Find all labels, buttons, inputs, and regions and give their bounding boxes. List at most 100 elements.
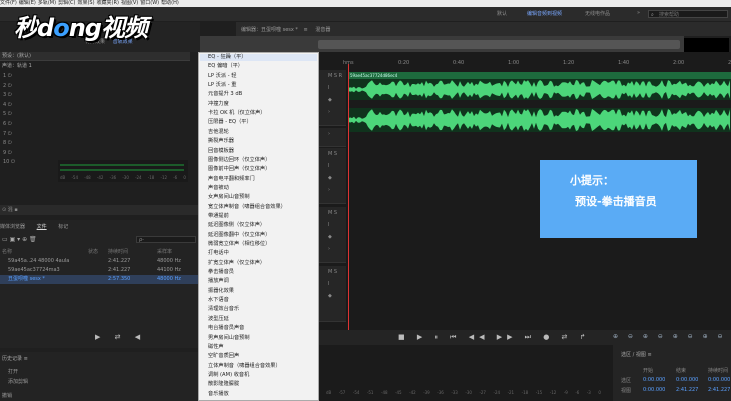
timeline-scrollbar[interactable] <box>318 40 680 49</box>
preset-option[interactable]: 延迟图像翻中（仅立体声） <box>208 232 270 239</box>
menu-item-0[interactable]: 文件(F) <box>0 0 17 6</box>
preset-option[interactable]: 冲撞力度 <box>208 101 229 108</box>
preset-option[interactable]: 清理效台音乐 <box>208 306 239 313</box>
preset-option[interactable]: 图像前中回声（仅立体声） <box>208 166 270 173</box>
preset-option[interactable]: 打电话中 <box>208 250 229 257</box>
preset-option[interactable]: 扩宽立体声（仅立体声） <box>208 260 265 267</box>
track-1-header[interactable]: M S R I ◆ › <box>318 70 346 126</box>
preset-option[interactable]: 散影隆隆朦胧 <box>208 381 239 388</box>
preset-option[interactable]: 电台播音员声音 <box>208 325 244 332</box>
menu-item-3[interactable]: 剪辑(C) <box>58 0 75 6</box>
power-icon[interactable]: ⏻ <box>6 92 12 98</box>
effect-slot[interactable]: 6 ⏻ <box>0 120 190 129</box>
power-icon[interactable]: ⏻ <box>6 73 12 79</box>
editor-menu-icon[interactable]: ≡ <box>304 27 308 33</box>
tab-markers[interactable]: 标记 <box>58 224 68 230</box>
preset-option[interactable]: 振器化效果 <box>208 288 234 295</box>
preset-option[interactable]: 延迟图像侧（仅立体声） <box>208 222 265 229</box>
effect-slot[interactable]: 8 ⏻ <box>0 139 190 148</box>
preview-buttons[interactable]: ▶ ⇄ ◀ <box>95 333 146 341</box>
menu-item-8[interactable]: 帮助(H) <box>161 0 179 6</box>
preset-option[interactable]: 拳击播音员 <box>208 269 234 276</box>
preset-option[interactable]: 水下语音 <box>208 297 229 304</box>
history-item-add-clip[interactable]: 添加剪辑 <box>8 378 28 385</box>
track-4-header[interactable]: M S I ◆ › <box>318 207 346 263</box>
preset-option[interactable]: 声音被动 <box>208 185 229 192</box>
preset-option[interactable]: 带通提前 <box>208 213 229 220</box>
menu-item-4[interactable]: 效果(S) <box>77 0 94 6</box>
menu-item-6[interactable]: 视图(V) <box>121 0 138 6</box>
search-help-input[interactable]: ⌕ 搜索帮助 <box>648 10 728 18</box>
preset-option[interactable]: 男声房间山音预制 <box>208 335 250 342</box>
workspace-default[interactable]: 默认 <box>497 10 507 17</box>
preset-option[interactable]: 女声房间山音预制 <box>208 194 250 201</box>
audio-clip-1[interactable]: 59ae45ac37724d86ec4 <box>348 72 731 100</box>
preset-option[interactable]: 调制 (AM) 收音机 <box>208 372 249 379</box>
preset-option[interactable]: EQ - 狂躁（平） <box>208 54 246 61</box>
preset-option[interactable]: 音乐播放 <box>208 391 229 398</box>
power-icon[interactable]: ⏻ <box>6 83 12 89</box>
preset-option[interactable]: 宽立体声制音（啸器组合音效果） <box>208 204 286 211</box>
power-icon[interactable]: ⏻ <box>6 150 12 156</box>
rack-controls[interactable]: ⊙ 混 ▪ <box>0 205 202 215</box>
menu-item-5[interactable]: 收藏夹(R) <box>97 0 119 6</box>
power-icon[interactable]: ⏻ <box>6 102 12 108</box>
preset-option[interactable]: 图像侧边回环（仅立体声） <box>208 157 270 164</box>
ruler-tick: 0:40 <box>453 60 465 66</box>
meter-tick: -12 <box>549 390 557 395</box>
track-2-header[interactable]: › <box>318 128 346 147</box>
more-workspaces-button[interactable]: » <box>637 10 640 16</box>
transport-buttons[interactable]: ■ ▶ ⏸ ⏮ ◀◀ ▶▶ ⏭ ● ⇄ ↱ <box>398 333 591 342</box>
time-ruler[interactable]: hms0:200:401:001:201:402:002:20 <box>343 60 731 68</box>
tab-files[interactable]: 文件 <box>37 224 47 230</box>
tab-mixer[interactable]: 混音器 <box>315 27 330 33</box>
preset-option[interactable]: 微弱宽立体声（相位移位） <box>208 241 270 248</box>
file-row[interactable]: 丑蛋呗噬 sesx * 2:57.350 48000 Hz <box>0 275 200 284</box>
tab-editor[interactable]: 编辑器：丑蛋呗噬 sesx * <box>241 27 298 33</box>
effect-slot[interactable]: 5 ⏻ <box>0 110 190 119</box>
file-row[interactable]: 59ae45ac37724ma3 2:41.227 44100 Hz <box>0 266 200 275</box>
zoom-buttons[interactable]: ⊕ ⊖ ⊕ ⊖ ⊕ ⊖ ⊕ ⊖ <box>613 333 727 340</box>
track-3-header[interactable]: M S I ◆ › <box>318 148 346 204</box>
power-icon[interactable]: ⏻ <box>6 131 12 137</box>
effect-slot[interactable]: 3 ⏻ <box>0 91 190 100</box>
preset-option[interactable]: 吉他混轮 <box>208 129 229 136</box>
preset-option[interactable]: 元音提升 3 dB <box>208 91 242 98</box>
preset-option[interactable]: 波型压延 <box>208 316 229 323</box>
workspace-radio-production[interactable]: 无线电作品 <box>585 10 610 17</box>
preset-option[interactable]: 声音电平翻和频率门 <box>208 176 255 183</box>
preset-option[interactable]: 卡拉 OK 机（仅立体声） <box>208 110 265 117</box>
tab-media-browser[interactable]: 媒体浏览器 <box>0 224 25 230</box>
track-5-header[interactable]: M S I ◆ <box>318 266 346 322</box>
menu-item-1[interactable]: 编辑(E) <box>19 0 36 6</box>
playhead[interactable] <box>348 64 349 330</box>
power-icon[interactable]: ⏻ <box>6 140 12 146</box>
preset-select[interactable]: 预设：(默认) <box>0 52 190 61</box>
preset-option[interactable]: 回音模板器 <box>208 148 234 155</box>
preset-option[interactable]: EQ 偏暗（平） <box>208 63 243 70</box>
preset-option[interactable]: 压限器 - EQ（平） <box>208 119 252 126</box>
files-search-input[interactable]: ρ- <box>136 236 196 243</box>
preset-option[interactable]: 撕裂声乐器 <box>208 138 234 145</box>
preset-option[interactable]: LP 沃派 - 轻 <box>208 73 236 80</box>
menu-item-7[interactable]: 窗口(W) <box>140 0 159 6</box>
workspace-edit-audio-to-video[interactable]: 编辑音频到视频 <box>527 10 562 17</box>
effect-slot[interactable]: 1 ⏻ <box>0 72 190 81</box>
file-row[interactable]: 59a45a..24 48000 4aula 2:41.227 48000 Hz <box>0 257 200 266</box>
effect-slot[interactable]: 2 ⏻ <box>0 82 190 91</box>
effect-slot[interactable]: 7 ⏻ <box>0 130 190 139</box>
power-icon[interactable]: ⏻ <box>6 111 12 117</box>
menu-item-2[interactable]: 多轨(M) <box>38 0 56 6</box>
effect-slot[interactable]: 9 ⏻ <box>0 149 190 158</box>
effect-slot[interactable]: 4 ⏻ <box>0 101 190 110</box>
preset-option[interactable]: 空旷音质回声 <box>208 353 239 360</box>
power-icon[interactable]: ⏻ <box>9 159 15 165</box>
power-icon[interactable]: ⏻ <box>6 121 12 127</box>
preset-option[interactable]: 磁性声 <box>208 344 224 351</box>
history-item-open[interactable]: 打开 <box>8 368 18 375</box>
preset-option[interactable]: LP 沃派 - 重 <box>208 82 236 89</box>
files-toolbar[interactable]: ▭ ▣ ▾ ⊕ 🗑 <box>2 236 37 243</box>
preset-option[interactable]: 立体声制音（啸器组合音效果） <box>208 363 281 370</box>
preset-option[interactable]: 播放声调 <box>208 278 229 285</box>
audio-clip-2[interactable] <box>348 108 731 132</box>
